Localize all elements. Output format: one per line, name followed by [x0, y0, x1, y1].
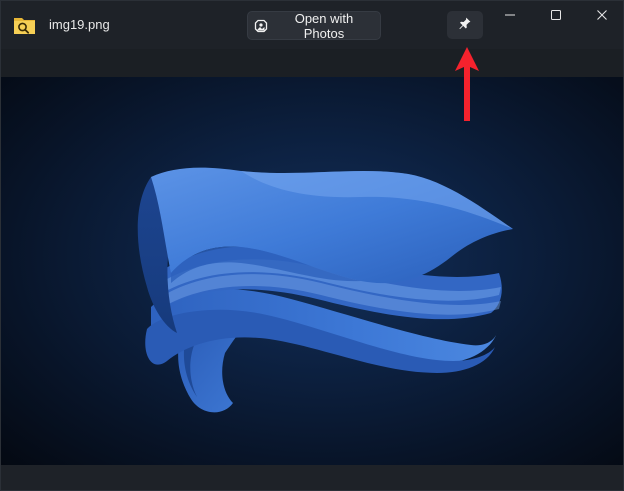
- close-icon: [596, 8, 608, 26]
- toolbar-strip: [1, 49, 623, 77]
- image-viewer-window: img19.png Open with Photos: [0, 0, 624, 491]
- open-with-photos-label: Open with Photos: [294, 10, 354, 41]
- minimize-icon: [504, 8, 516, 26]
- maximize-button[interactable]: [533, 1, 579, 33]
- open-with-photos-button[interactable]: Open with Photos: [247, 10, 381, 41]
- image-canvas[interactable]: [1, 77, 623, 465]
- folder-magnifier-icon: [13, 14, 37, 36]
- title-bar: img19.png Open with Photos: [1, 1, 623, 49]
- maximize-icon: [550, 8, 562, 26]
- close-button[interactable]: [579, 1, 623, 33]
- minimize-button[interactable]: [487, 1, 533, 33]
- pin-icon: [458, 16, 472, 35]
- wallpaper-bloom-image: [137, 167, 513, 413]
- pin-button[interactable]: [447, 11, 483, 39]
- file-name: img19.png: [49, 17, 110, 32]
- bottom-bar: [1, 465, 623, 490]
- photos-app-icon: [254, 19, 268, 33]
